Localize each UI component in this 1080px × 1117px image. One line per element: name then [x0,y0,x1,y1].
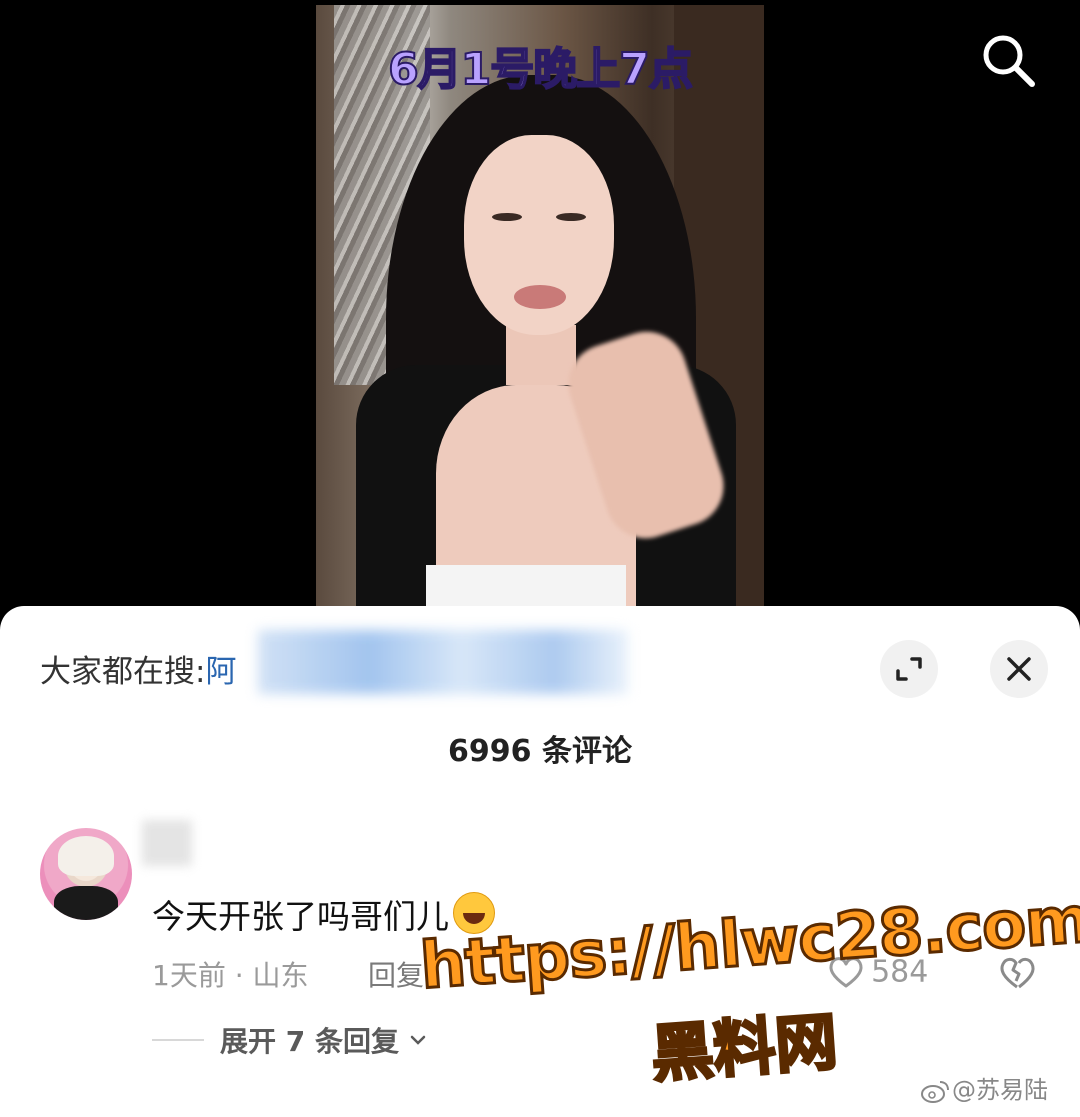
expand-panel-button[interactable] [880,640,938,698]
search-button[interactable] [978,30,1038,90]
reply-button[interactable]: 回复 [368,954,424,994]
trending-search[interactable]: 大家都在搜:阿 [40,646,236,691]
video-subject-camisole [426,565,626,606]
close-icon [1007,657,1031,681]
search-icon [983,35,1035,87]
credit-handle: @苏易陆 [952,1076,1048,1104]
avatar[interactable] [40,828,132,920]
comment-count: 6996 条评论 [448,734,632,769]
comments-sheet: 大家都在搜:阿 6996 条评论 今天开张了吗哥们儿 1天前 · 山东 回复 5… [0,606,1080,1117]
divider [152,1039,204,1041]
video-subject-face [464,135,614,335]
video-caption: 6月1号晚上7点 [387,43,694,96]
comment-text: 今天开张了吗哥们儿 [152,897,449,936]
weibo-logo-icon [921,1081,949,1103]
eye-right [556,213,586,221]
close-panel-button[interactable] [990,640,1048,698]
trending-label: 大家都在搜: [40,654,206,690]
eye-left [492,213,522,221]
video-area: 6月1号晚上7点 [0,0,1080,606]
video-player[interactable]: 6月1号晚上7点 [316,5,764,606]
username-blurred [142,820,192,866]
chevron-down-icon [410,1035,426,1045]
trending-term[interactable]: 阿 [205,654,236,690]
watermark-name: 黑料网 [647,1003,841,1092]
weibo-credit: @苏易陆 [920,1070,1048,1105]
trending-term-blurred [258,630,628,694]
expand-replies-button[interactable]: 展开 7 条回复 [152,1020,428,1060]
expand-replies-label: 展开 7 条回复 [220,1025,399,1058]
expand-icon [896,657,922,681]
mouth [514,285,566,309]
comment-meta: 1天前 · 山东 [152,959,309,992]
